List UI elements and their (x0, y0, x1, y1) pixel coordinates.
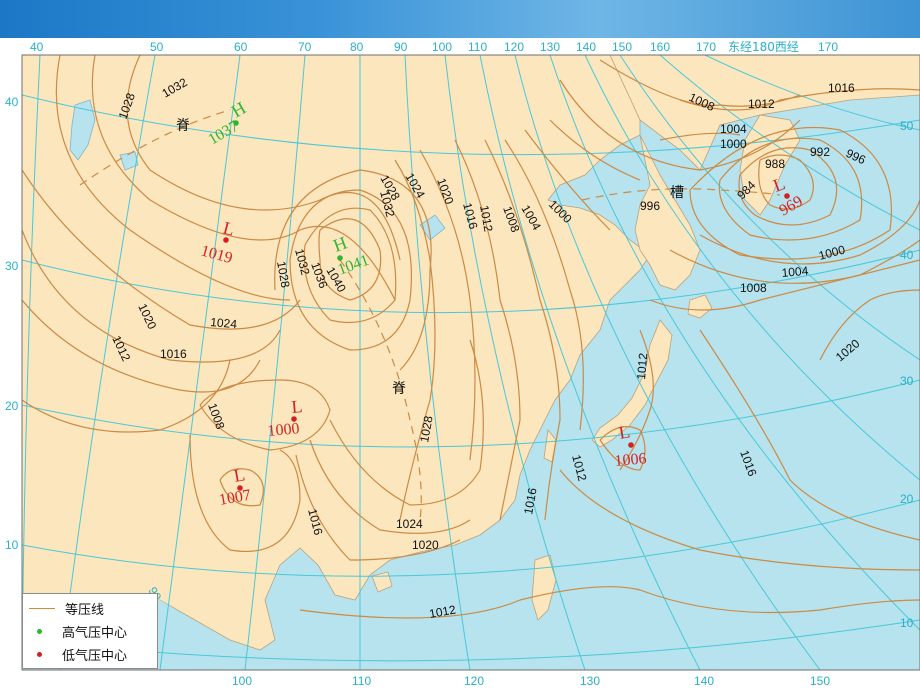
map-legend: 等压线 高气压中心 低气压中心 (22, 593, 158, 669)
weather-map-slide: 40 50 60 70 80 90 100 110 120 130 140 15… (0, 0, 920, 690)
top-lon-label: 150 (612, 40, 632, 54)
ridge-label: 脊 (392, 381, 406, 397)
bottom-lon-label: 130 (580, 674, 600, 688)
bottom-lon-label: 140 (694, 674, 714, 688)
bottom-lon-label: 110 (352, 674, 371, 688)
low-dot-swatch (37, 651, 42, 657)
low-value: 1006 (614, 450, 647, 470)
isobar-label: 992 (810, 145, 830, 159)
bottom-lon-label: 150 (810, 674, 830, 688)
bottom-lon-label: 120 (464, 674, 484, 688)
left-lat-label: 30 (5, 259, 19, 273)
top-lon-label: 60 (234, 40, 248, 54)
top-lon-label: 100 (432, 40, 452, 54)
ridge-label: 脊 (176, 118, 190, 134)
isobar-label: 1024 (210, 315, 238, 331)
isobar-label: 988 (765, 157, 785, 171)
right-lat-label: 10 (900, 616, 914, 630)
bottom-lon-label: 100 (232, 674, 252, 688)
isobar-label: 1024 (396, 517, 423, 531)
legend-row-low: 低气压中心 (29, 644, 127, 664)
top-lon-label: 70 (298, 40, 312, 54)
top-lon-label: 160 (650, 40, 670, 54)
low-center-dot (628, 442, 634, 448)
bottom-longitude-labels: 100 110 120 130 140 150 (232, 674, 830, 688)
right-lat-label: 30 (900, 374, 914, 388)
isobar-label: 1020 (412, 538, 439, 552)
left-latitude-labels: 40 30 20 10 (5, 95, 19, 552)
isobar-label: 1008 (740, 281, 767, 295)
legend-label: 等压线 (65, 602, 105, 618)
isobar-label: 1016 (160, 347, 187, 361)
top-lon-label: 40 (30, 40, 44, 54)
top-longitude-labels: 40 50 60 70 80 90 100 110 120 130 140 15… (30, 40, 838, 54)
left-lat-label: 40 (5, 95, 19, 109)
right-lat-label: 40 (900, 248, 914, 262)
low-value: 1000 (267, 420, 300, 440)
isobar-line-swatch (29, 607, 55, 609)
isobar-label: 1000 (720, 137, 747, 151)
low-letter: L (291, 396, 304, 417)
top-lon-label: 东经180西经 (728, 40, 799, 54)
top-lon-label: 120 (504, 40, 524, 54)
top-lon-label: 110 (468, 40, 487, 54)
legend-label: 低气压中心 (62, 648, 128, 664)
top-lon-label: 80 (350, 40, 364, 54)
legend-row-high: 高气压中心 (29, 621, 127, 641)
top-lon-label: 130 (540, 40, 560, 54)
right-lat-label: 50 (900, 119, 914, 133)
left-lat-label: 20 (5, 399, 19, 413)
surface-pressure-map: 40 50 60 70 80 90 100 110 120 130 140 15… (5, 40, 920, 688)
legend-label: 高气压中心 (62, 625, 128, 641)
trough-label: 槽 (670, 185, 684, 201)
isobar-label: 1012 (634, 352, 650, 380)
top-lon-label: 170 (818, 40, 838, 54)
top-lon-label: 170 (696, 40, 716, 54)
right-lat-label: 20 (900, 492, 914, 506)
high-dot-swatch (37, 628, 42, 634)
top-lon-label: 50 (150, 40, 164, 54)
top-lon-label: 90 (394, 40, 408, 54)
isobar-label: 1004 (781, 264, 809, 280)
isobar-label: 996 (640, 199, 660, 213)
left-lat-label: 10 (5, 538, 19, 552)
isobar-label: 1004 (720, 122, 747, 136)
top-lon-label: 140 (576, 40, 596, 54)
isobar-label: 1012 (748, 97, 775, 111)
isobar-label: 1016 (828, 81, 855, 95)
legend-row-isobar: 等压线 (29, 598, 104, 618)
